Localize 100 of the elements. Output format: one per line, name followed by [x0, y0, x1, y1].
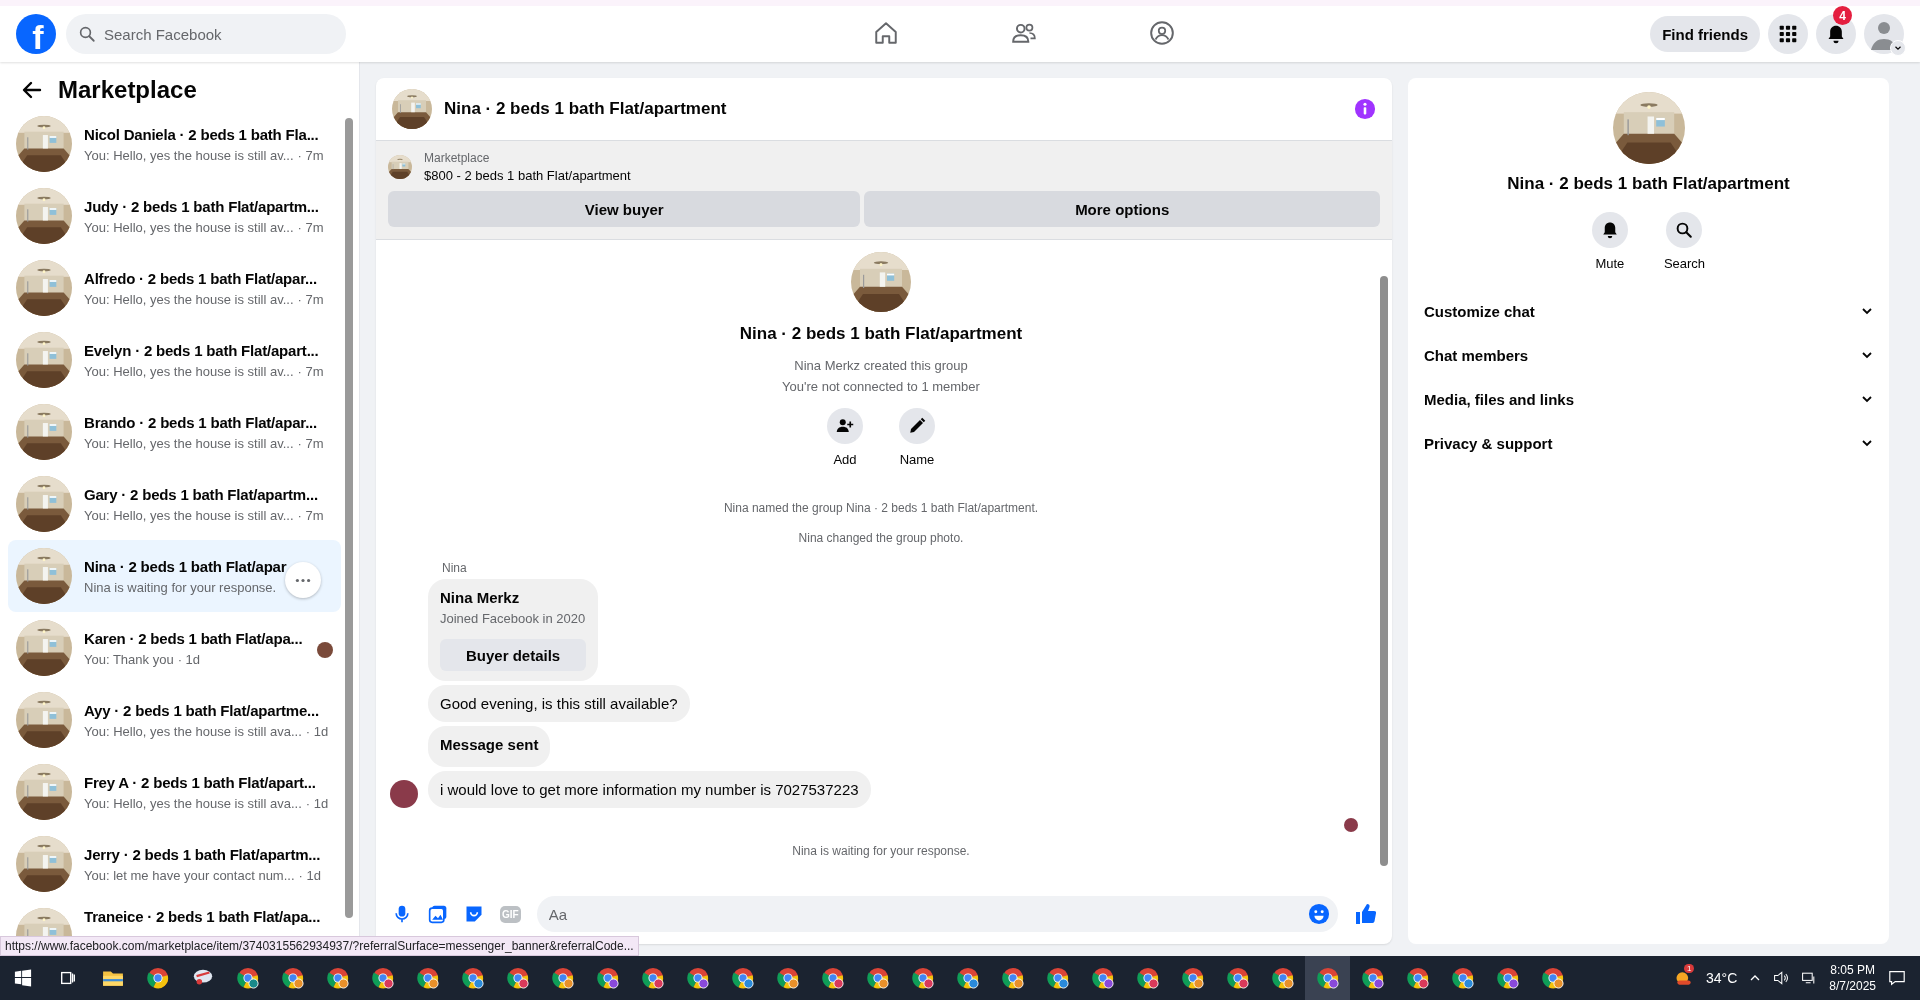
conversation-name: Jerry · 2 beds 1 bath Flat/apartm... [84, 845, 321, 863]
conversation-item[interactable]: Judy · 2 beds 1 bath Flat/apartm... You: Hello, yes the house is still av... · 7m [8, 180, 341, 252]
conversation-item[interactable]: Evelyn · 2 beds 1 bath Flat/apart... You: Hello, yes the house is still av... · 7m [8, 324, 341, 396]
chevron-down-icon [1890, 40, 1906, 56]
message-time: · 7m [297, 507, 324, 523]
conversation-name: Frey A · 2 beds 1 bath Flat/apart... [84, 773, 317, 791]
conversation-item[interactable]: Nina · 2 beds 1 bath Flat/apar Nina is waiting for your response. [8, 540, 341, 612]
browser-icon [596, 967, 619, 989]
browser-icon [506, 967, 529, 989]
status-url: https://www.facebook.com/marketplace/item/3740315562934937/?referralSurface=messenger_banner&referralCode... [0, 936, 639, 956]
windows-logo-icon [13, 969, 32, 987]
photo-icon[interactable] [428, 904, 448, 924]
browser-icon [1451, 967, 1474, 989]
browser-icon [956, 967, 979, 989]
info-icon[interactable] [1354, 98, 1376, 120]
section-header[interactable]: Customize chat [1416, 289, 1881, 333]
browser-icon [641, 967, 664, 989]
scrollbar[interactable] [1380, 276, 1388, 866]
conversation-item[interactable]: Nicol Daniela · 2 beds 1 bath Fla... You: Hello, yes the house is still av... · 7m [8, 108, 341, 180]
conversation-name: Nicol Daniela · 2 beds 1 bath Fla... [84, 125, 320, 143]
banner-button[interactable]: View buyer [388, 191, 861, 227]
section-header[interactable]: Privacy & support [1416, 421, 1881, 465]
browser-icon [1271, 967, 1294, 989]
message-preview: You: Hello, yes the house is still av... [84, 435, 294, 451]
facebook-logo[interactable]: f [16, 14, 56, 54]
account-button[interactable] [1864, 14, 1904, 54]
message-time: · 1d [177, 651, 201, 667]
search-field[interactable]: Search Facebook [66, 14, 346, 54]
browser-icon [1361, 967, 1384, 989]
person-circle-icon [1149, 19, 1176, 46]
section-header[interactable]: Media, files and links [1416, 377, 1881, 421]
message-preview: You: Thank you [84, 651, 174, 667]
conversation-name: Traneice · 2 beds 1 bath Flat/apa... [84, 908, 321, 925]
section-header[interactable]: Chat members [1416, 333, 1881, 377]
emoji-icon[interactable] [1308, 903, 1330, 925]
listing-title[interactable]: $800 - 2 beds 1 bath Flat/apartment [424, 168, 631, 183]
chat-title: Nina · 2 beds 1 bath Flat/apartment [444, 99, 728, 119]
conversation-item[interactable]: Brando · 2 beds 1 bath Flat/apar... You: Hello, yes the house is still av... · 7m [8, 396, 341, 468]
message-bubble: Message sent [428, 726, 551, 767]
conversation-item[interactable]: Frey A · 2 beds 1 bath Flat/apart... You: Hello, yes the house is still ava... · 1d [8, 756, 341, 828]
waiting-note: Nina is waiting for your response. [792, 844, 970, 858]
conversation-name: Evelyn · 2 beds 1 bath Flat/apart... [84, 341, 320, 359]
message-preview: You: Hello, yes the house is still av... [84, 363, 294, 379]
like-icon[interactable] [1354, 902, 1378, 926]
search-icon [1675, 221, 1694, 239]
conversation-item[interactable]: Jerry · 2 beds 1 bath Flat/apartm... You: let me have your contact num... · 1d [8, 828, 341, 900]
browser-icon [146, 967, 169, 989]
browser-icon [236, 967, 259, 989]
browser-icon [1001, 967, 1024, 989]
notification-center-icon[interactable] [1888, 969, 1906, 987]
browser-icon [326, 967, 349, 989]
message-preview: You: Hello, yes the house is still ava... [84, 723, 302, 739]
more-icon [295, 577, 311, 583]
message-bubble: i would love to get more information my number is 7027537223 [428, 771, 871, 808]
notification-badge: 4 [1833, 6, 1852, 25]
find-friends-button[interactable]: Find friends [1650, 16, 1760, 52]
browser-icon [1496, 967, 1519, 989]
conversation-name: Nina · 2 beds 1 bath Flat/apar [84, 557, 287, 575]
banner-label: Marketplace [424, 151, 491, 165]
message-time: · 7m [297, 363, 324, 379]
message-input[interactable]: Aa [536, 896, 1338, 932]
browser-icon [821, 967, 844, 989]
browser-icon [866, 967, 889, 989]
task-view-icon [58, 969, 77, 987]
browser-icon [551, 967, 574, 989]
system-message: Nina named the group Nina · 2 beds 1 bath Flat/apartment. [723, 501, 1039, 515]
conversation-title: Nina · 2 beds 1 bath Flat/apartment [1507, 174, 1790, 194]
message-preview: You: Hello, yes the house is still av... [84, 147, 294, 163]
temperature[interactable]: 34°C [1706, 970, 1738, 986]
browser-icon [1316, 967, 1339, 989]
browser-icon [776, 967, 799, 989]
message-preview: Nina is waiting for your response. [84, 579, 277, 595]
conversation-item[interactable]: Karen · 2 beds 1 bath Flat/apa... You: Thank you · 1d [8, 612, 341, 684]
browser-icon [1091, 967, 1114, 989]
sticker-icon[interactable] [464, 904, 484, 924]
menu-button[interactable] [1768, 14, 1808, 54]
banner-button[interactable]: More options [864, 191, 1380, 227]
conversation-item[interactable]: Gary · 2 beds 1 bath Flat/apartm... You: Hello, yes the house is still av... · 7m [8, 468, 341, 540]
conversation-name: Gary · 2 beds 1 bath Flat/apartm... [84, 485, 319, 503]
sidebar-title: Marketplace [58, 76, 197, 104]
message-preview: You: Hello, yes the house is still av... [84, 291, 294, 307]
message-time: · 7m [297, 147, 324, 163]
scrollbar[interactable] [345, 118, 353, 918]
browser-icon [1136, 967, 1159, 989]
profile-taskbar-button[interactable] [1305, 956, 1350, 1000]
message-time: · 7m [297, 291, 324, 307]
browser-icon [1226, 967, 1249, 989]
buyer-details-button[interactable]: Buyer details [440, 639, 587, 671]
speaker-icon[interactable] [1773, 970, 1790, 986]
conversation-item[interactable]: Ayy · 2 beds 1 bath Flat/apartme... You: Hello, yes the house is still ava... · 1d [8, 684, 341, 756]
microphone-icon[interactable] [392, 904, 412, 924]
clock[interactable]: 8:05 PM 8/7/2025 [1829, 961, 1876, 995]
browser-icon [1541, 967, 1564, 989]
conversation-name: Judy · 2 beds 1 bath Flat/apartm... [84, 197, 320, 215]
conversation-name: Karen · 2 beds 1 bath Flat/apa... [84, 629, 303, 647]
browser-icon [731, 967, 754, 989]
bell-icon [1600, 221, 1619, 239]
weather-badge: 1 [1684, 964, 1695, 973]
message-preview: You: let me have your contact num... [84, 867, 295, 883]
conversation-item[interactable]: Alfredo · 2 beds 1 bath Flat/apar... You: Hello, yes the house is still av... · 7m [8, 252, 341, 324]
